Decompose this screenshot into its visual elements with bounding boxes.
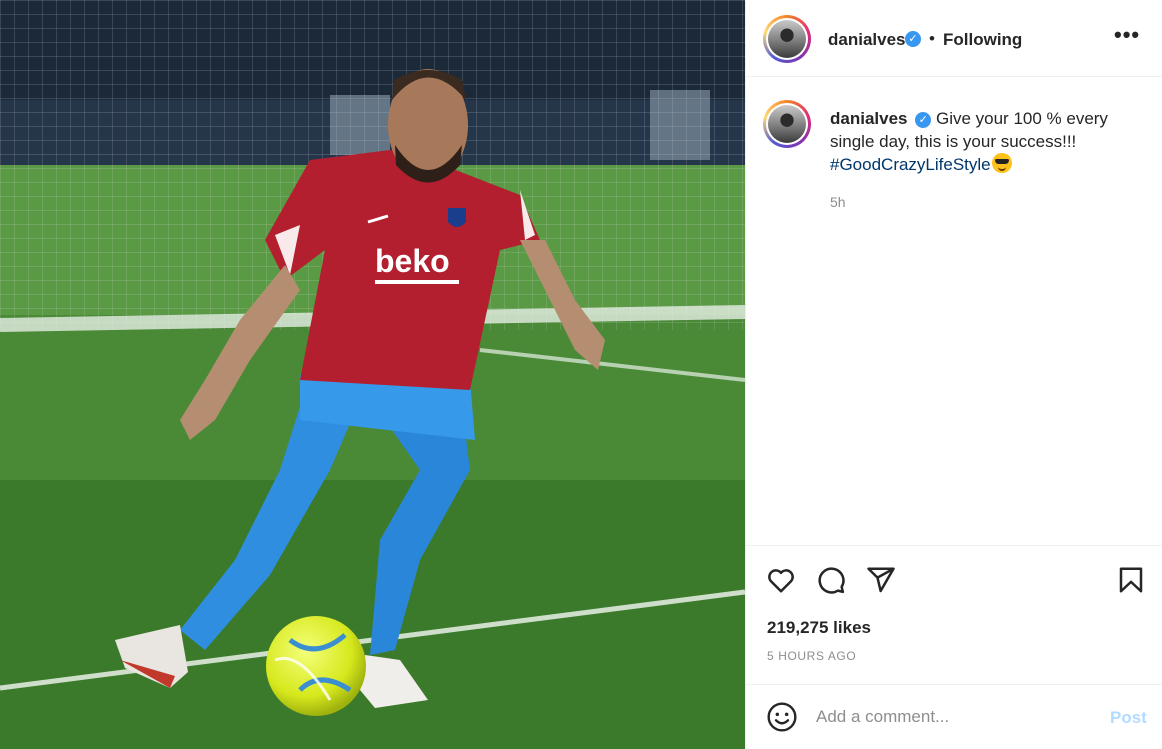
following-button[interactable]: Following xyxy=(943,30,1022,50)
post-photo-illustration: beko xyxy=(0,0,745,749)
likes-count[interactable]: 219,275 likes xyxy=(767,618,871,638)
post-header: danialves ✓ • Following ••• xyxy=(746,0,1162,77)
emoji-icon[interactable] xyxy=(766,701,798,733)
caption-avatar[interactable] xyxy=(763,100,811,148)
caption-timestamp[interactable]: 5h xyxy=(830,194,846,210)
verified-badge-icon: ✓ xyxy=(905,31,921,47)
caption-text: danialves ✓ Give your 100 % every single… xyxy=(830,107,1130,176)
comment-icon[interactable] xyxy=(816,565,846,595)
club-crest-icon xyxy=(448,208,466,227)
caption-username[interactable]: danialves xyxy=(830,109,908,128)
post-age[interactable]: 5 HOURS AGO xyxy=(767,649,856,663)
more-options-icon[interactable]: ••• xyxy=(1114,22,1140,48)
post-side-panel: danialves ✓ • Following ••• danialves ✓ … xyxy=(745,0,1162,749)
post-image[interactable]: beko xyxy=(0,0,745,749)
smiling-face-with-sunglasses-icon xyxy=(991,153,1012,173)
post-comment-button[interactable]: Post xyxy=(1110,708,1147,728)
author-avatar[interactable] xyxy=(763,15,811,63)
caption-section: danialves ✓ Give your 100 % every single… xyxy=(746,77,1162,545)
heart-icon[interactable] xyxy=(766,565,796,595)
verified-badge-icon: ✓ xyxy=(915,112,932,128)
caption-hashtag[interactable]: #GoodCrazyLifeStyle xyxy=(830,155,991,174)
bookmark-icon[interactable] xyxy=(1116,565,1146,595)
post-actions: 219,275 likes 5 HOURS AGO xyxy=(746,545,1162,684)
comment-bar: Post xyxy=(746,684,1162,749)
share-icon[interactable] xyxy=(866,565,896,595)
shirt-sponsor-logo: beko xyxy=(375,243,450,279)
comment-input[interactable] xyxy=(816,703,1096,731)
separator-dot: • xyxy=(929,29,935,48)
author-username[interactable]: danialves xyxy=(828,30,906,50)
